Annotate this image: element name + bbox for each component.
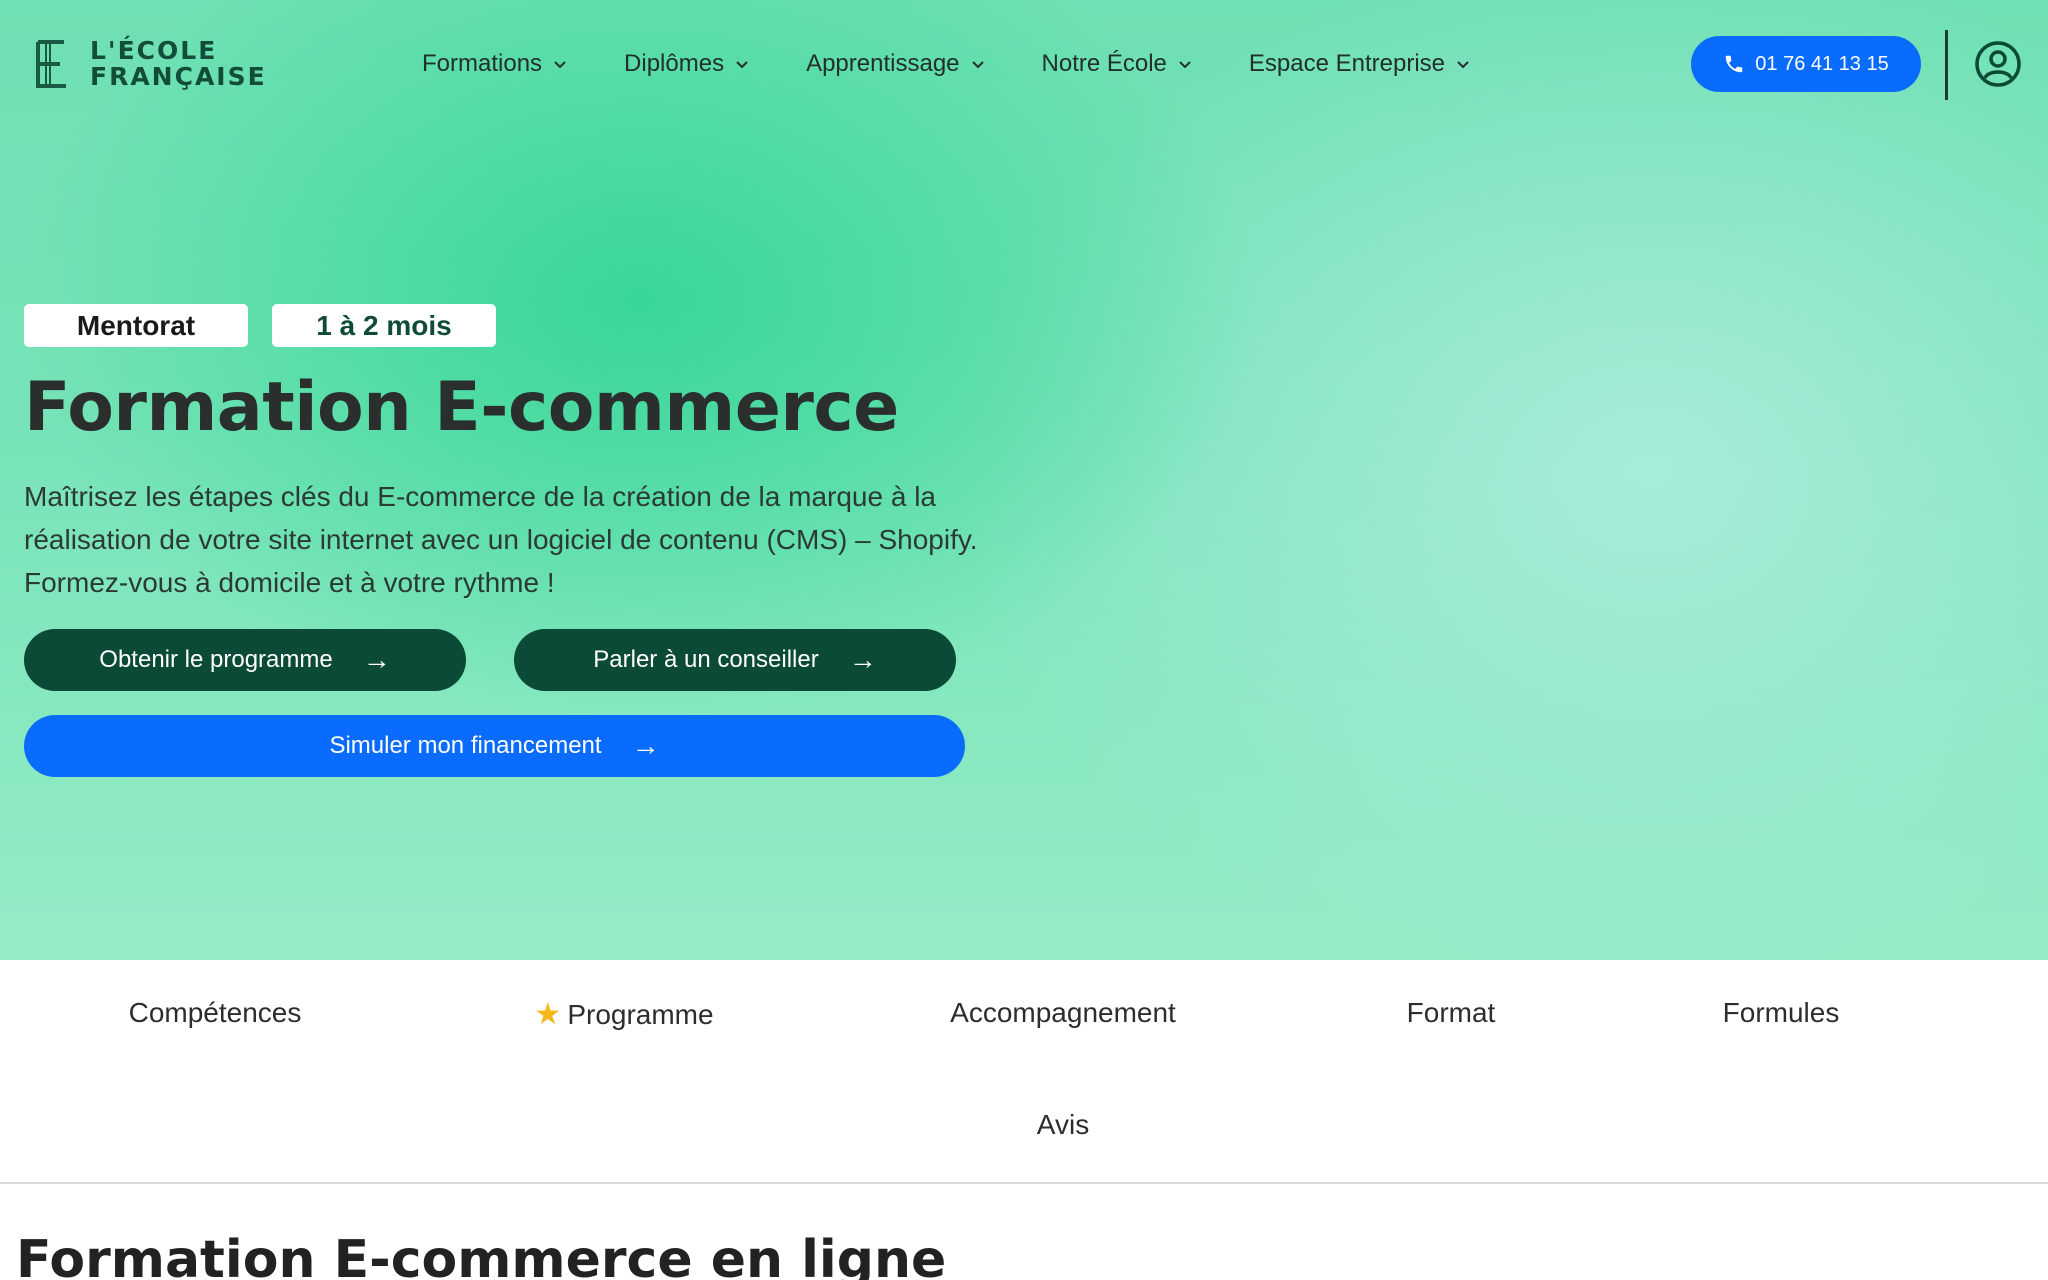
user-circle-icon[interactable]: [1974, 40, 2022, 88]
main-nav: Formations Diplômes Apprentissage Notre …: [422, 44, 1471, 84]
get-program-button[interactable]: Obtenir le programme →: [24, 629, 466, 691]
hero-description: Maîtrisez les étapes clés du E-commerce …: [24, 481, 978, 598]
header-divider: [1945, 30, 1948, 100]
nav-notre-ecole[interactable]: Notre École: [1042, 50, 1193, 78]
arrow-right-icon: →: [848, 644, 877, 675]
arrow-right-icon: →: [362, 644, 391, 675]
button-label: Simuler mon financement: [329, 732, 602, 759]
tab-accompagnement[interactable]: Accompagnement: [950, 997, 1176, 1029]
chevron-down-icon: [736, 61, 748, 69]
star-icon: ★: [534, 998, 562, 1031]
phone-number: 01 76 41 13 15: [1755, 52, 1889, 75]
logo-text: L'ÉCOLE FRANÇAISE: [90, 38, 267, 90]
talk-to-advisor-button[interactable]: Parler à un conseiller →: [514, 629, 956, 691]
chevron-down-icon: [1457, 61, 1469, 69]
nav-formations[interactable]: Formations: [422, 50, 568, 78]
phone-button[interactable]: 01 76 41 13 15: [1691, 36, 1921, 92]
simulate-financing-button[interactable]: Simuler mon financement →: [24, 715, 965, 777]
nav-diplomes[interactable]: Diplômes: [624, 50, 750, 78]
button-label: Obtenir le programme: [99, 646, 333, 673]
logo-line-2: FRANÇAISE: [90, 62, 267, 91]
nav-label: Apprentissage: [806, 50, 960, 77]
arrow-right-icon: →: [631, 730, 660, 761]
phone-icon: [1726, 55, 1743, 73]
hero-badges: Mentorat 1 à 2 mois: [24, 304, 496, 347]
tab-avis[interactable]: Avis: [1037, 1109, 1089, 1141]
hero-section: L'ÉCOLE FRANÇAISE Formations Diplômes Ap…: [0, 0, 2048, 960]
tab-label: Programme: [567, 999, 714, 1030]
nav-espace-entreprise[interactable]: Espace Entreprise: [1249, 50, 1471, 78]
nav-apprentissage[interactable]: Apprentissage: [806, 50, 985, 78]
nav-label: Espace Entreprise: [1248, 50, 1446, 77]
chevron-down-icon: [971, 61, 984, 69]
badge-duration: 1 à 2 mois: [272, 304, 496, 347]
nav-label: Diplômes: [624, 50, 725, 77]
tab-programme[interactable]: ★ Programme: [534, 997, 713, 1032]
logo-line-1: L'ÉCOLE: [90, 36, 218, 65]
page-title: Formation E-commerce: [24, 368, 899, 447]
section-tabs: Compétences ★ Programme Accompagnement Fo…: [0, 960, 2048, 1184]
tab-format[interactable]: Format: [1407, 997, 1496, 1029]
tab-competences[interactable]: Compétences: [129, 997, 302, 1029]
logo-monogram-icon: [36, 40, 66, 88]
button-label: Parler à un conseiller: [593, 646, 819, 673]
chevron-down-icon: [1179, 61, 1191, 69]
tab-formules[interactable]: Formules: [1723, 997, 1840, 1029]
section-title: Formation E-commerce en ligne: [16, 1230, 947, 1280]
nav-label: Formations: [422, 50, 543, 77]
nav-label: Notre École: [1041, 50, 1167, 77]
logo[interactable]: L'ÉCOLE FRANÇAISE: [34, 36, 267, 92]
chevron-down-icon: [554, 61, 566, 69]
badge-mentorat: Mentorat: [24, 304, 248, 347]
